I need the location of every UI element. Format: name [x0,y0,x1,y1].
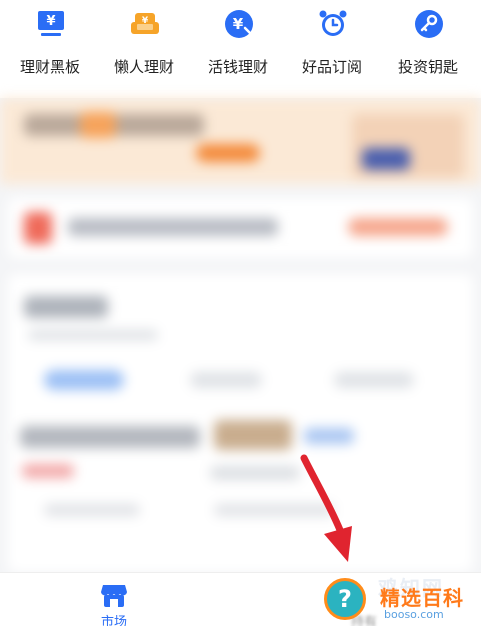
alarm-clock-icon [319,10,347,36]
notice-text-block [68,218,278,236]
yen-coin-icon: ¥ [225,10,253,38]
product-term-block [210,466,300,480]
nav-item-subscription[interactable]: 好品订阅 [284,0,380,98]
nav-item-flexible-finance[interactable]: ¥ 活钱理财 [190,0,286,98]
watermark-main-text: 精选百科 [380,586,464,610]
product-rate-block [22,464,74,478]
section-subtitle-block [28,330,158,340]
sofa-icon: ¥ [131,13,159,34]
nav-item-lazy-finance[interactable]: ¥ 懒人理财 [96,0,192,98]
blurred-content [0,98,481,572]
filter-tab-block[interactable] [190,372,262,388]
tab-label: 市场 [100,615,127,626]
nav-item-label: 投资钥匙 [397,58,458,76]
product-badge-block [304,428,354,444]
notice-icon-block [24,212,52,244]
svg-text:¥: ¥ [233,15,244,33]
watermark-domain: booso.com [384,608,444,621]
watermark-logo: ? 鸡知网 精选百科 booso.com [322,574,481,626]
product-tag-block [214,420,292,450]
filter-tab-active-block[interactable] [44,370,124,390]
nav-item-investment-key[interactable]: 投资钥匙 [380,0,476,98]
banner-button-block [196,144,260,162]
nav-item-finance-blackboard[interactable]: ¥ 理财黑板 [2,0,98,98]
banner-highlight-block [80,112,116,138]
notice-button-block [348,218,448,236]
nav-item-label: 好品订阅 [301,58,362,76]
banner-image-accent [362,148,410,170]
nav-item-label: 懒人理财 [113,58,174,76]
filter-tab-block[interactable] [334,372,414,388]
product-name-block [20,426,200,448]
blackboard-yen-icon: ¥ [38,11,64,36]
nav-item-label: 活钱理财 [207,58,268,76]
question-mark-icon: ? [324,578,366,620]
svg-text:¥: ¥ [142,16,149,26]
svg-text:¥: ¥ [46,14,55,29]
section-title-block [24,296,108,318]
product-desc-block [44,504,140,516]
tab-market[interactable]: 市场 [90,577,138,626]
product-desc-block [214,504,334,516]
key-icon [415,10,443,38]
top-nav: ¥ 理财黑板 ¥ 懒人理财 ¥ 活钱理财 好品订阅 投资钥匙 [0,0,481,98]
nav-item-label: 理财黑板 [19,58,80,76]
store-icon [101,585,127,607]
